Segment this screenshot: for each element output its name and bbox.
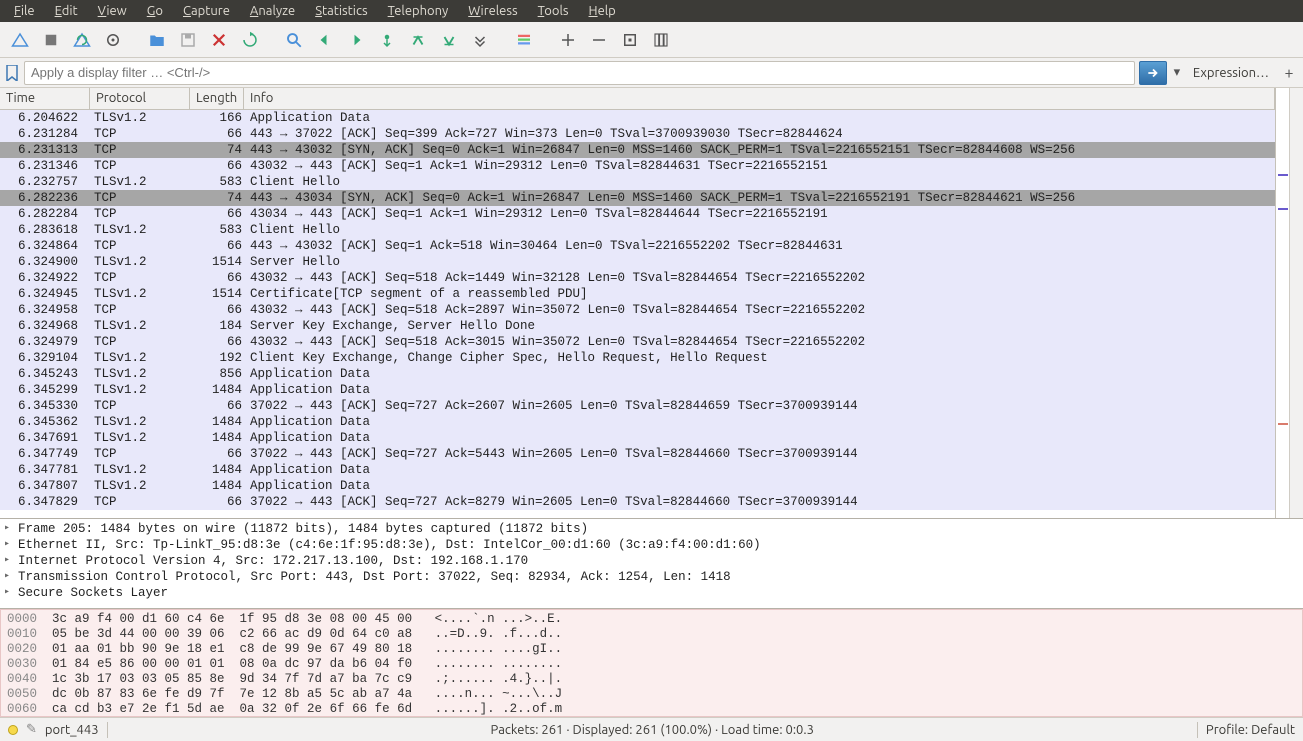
zoom-in-button[interactable]	[554, 26, 582, 54]
hex-row[interactable]: 0000 3c a9 f4 00 d1 60 c4 6e 1f 95 d8 3e…	[7, 612, 1296, 627]
go-to-packet-button[interactable]	[373, 26, 401, 54]
column-info[interactable]: Info	[244, 88, 1275, 109]
packet-count-label: Packets: 261 · Displayed: 261 (100.0%) ·…	[116, 723, 1189, 737]
stop-capture-button[interactable]	[37, 26, 65, 54]
menu-edit[interactable]: Edit	[47, 2, 86, 20]
menu-tools[interactable]: Tools	[530, 2, 577, 20]
packet-details-pane[interactable]: ▸Frame 205: 1484 bytes on wire (11872 bi…	[0, 519, 1303, 609]
packet-row[interactable]: 6.345330TCP6637022 → 443 [ACK] Seq=727 A…	[0, 398, 1275, 414]
menu-wireless[interactable]: Wireless	[460, 2, 525, 20]
resize-columns-button[interactable]	[647, 26, 675, 54]
go-first-button[interactable]	[404, 26, 432, 54]
statusbar: ✎ port_443 Packets: 261 · Displayed: 261…	[0, 717, 1303, 741]
packet-row[interactable]: 6.347829TCP6637022 → 443 [ACK] Seq=727 A…	[0, 494, 1275, 510]
packet-row[interactable]: 6.329104TLSv1.2192Client Key Exchange, C…	[0, 350, 1275, 366]
tree-row[interactable]: ▸Internet Protocol Version 4, Src: 172.2…	[4, 553, 1299, 569]
main-toolbar	[0, 22, 1303, 58]
zoom-out-button[interactable]	[585, 26, 613, 54]
tree-row[interactable]: ▸Secure Sockets Layer	[4, 585, 1299, 601]
packet-row[interactable]: 6.324958TCP6643032 → 443 [ACK] Seq=518 A…	[0, 302, 1275, 318]
hex-row[interactable]: 0040 1c 3b 17 03 03 05 85 8e 9d 34 7f 7d…	[7, 672, 1296, 687]
edit-icon[interactable]: ✎	[26, 722, 37, 737]
packet-row[interactable]: 6.204622TLSv1.2166Application Data	[0, 110, 1275, 126]
hex-row[interactable]: 0030 01 84 e5 86 00 00 01 01 08 0a dc 97…	[7, 657, 1296, 672]
go-last-button[interactable]	[435, 26, 463, 54]
packet-row[interactable]: 6.347807TLSv1.21484Application Data	[0, 478, 1275, 494]
packet-row[interactable]: 6.282284TCP6643034 → 443 [ACK] Seq=1 Ack…	[0, 206, 1275, 222]
expand-icon[interactable]: ▸	[4, 569, 14, 585]
packet-overview-scroll[interactable]	[1275, 88, 1303, 518]
tree-row[interactable]: ▸Ethernet II, Src: Tp-LinkT_95:d8:3e (c4…	[4, 537, 1299, 553]
packet-list-pane: Time Protocol Length Info 6.204622TLSv1.…	[0, 88, 1303, 519]
hex-row[interactable]: 0060 ca cd b3 e7 2e f1 5d ae 0a 32 0f 2e…	[7, 702, 1296, 717]
menu-capture[interactable]: Capture	[175, 2, 238, 20]
packet-row[interactable]: 6.232757TLSv1.2583Client Hello	[0, 174, 1275, 190]
packet-row[interactable]: 6.231313TCP74443 → 43032 [SYN, ACK] Seq=…	[0, 142, 1275, 158]
packet-row[interactable]: 6.324968TLSv1.2184Server Key Exchange, S…	[0, 318, 1275, 334]
menu-analyze[interactable]: Analyze	[242, 2, 303, 20]
packet-list-body[interactable]: 6.204622TLSv1.2166Application Data6.2312…	[0, 110, 1275, 518]
profile-label[interactable]: Profile: Default	[1206, 723, 1295, 737]
display-filter-input[interactable]	[24, 61, 1135, 85]
expert-info-led[interactable]	[8, 725, 18, 735]
apply-filter-button[interactable]	[1139, 61, 1167, 85]
packet-row[interactable]: 6.231284TCP66443 → 37022 [ACK] Seq=399 A…	[0, 126, 1275, 142]
packet-row[interactable]: 6.345243TLSv1.2856Application Data	[0, 366, 1275, 382]
packet-row[interactable]: 6.324900TLSv1.21514Server Hello	[0, 254, 1275, 270]
go-forward-button[interactable]	[342, 26, 370, 54]
menu-view[interactable]: View	[90, 2, 135, 20]
open-file-button[interactable]	[143, 26, 171, 54]
tree-row[interactable]: ▸Frame 205: 1484 bytes on wire (11872 bi…	[4, 521, 1299, 537]
packet-bytes-pane[interactable]: 0000 3c a9 f4 00 d1 60 c4 6e 1f 95 d8 3e…	[0, 609, 1303, 717]
menu-help[interactable]: Help	[581, 2, 624, 20]
menu-statistics[interactable]: Statistics	[307, 2, 375, 20]
packet-list-header[interactable]: Time Protocol Length Info	[0, 88, 1275, 110]
packet-row[interactable]: 6.345362TLSv1.21484Application Data	[0, 414, 1275, 430]
go-back-button[interactable]	[311, 26, 339, 54]
packet-row[interactable]: 6.324979TCP6643032 → 443 [ACK] Seq=518 A…	[0, 334, 1275, 350]
hex-row[interactable]: 0020 01 aa 01 bb 90 9e 18 e1 c8 de 99 9e…	[7, 642, 1296, 657]
find-packet-button[interactable]	[280, 26, 308, 54]
hex-row[interactable]: 0010 05 be 3d 44 00 00 39 06 c2 66 ac d9…	[7, 627, 1296, 642]
colorize-button[interactable]	[510, 26, 538, 54]
packet-row[interactable]: 6.347749TCP6637022 → 443 [ACK] Seq=727 A…	[0, 446, 1275, 462]
filter-toolbar: ▾ Expression… +	[0, 58, 1303, 88]
column-protocol[interactable]: Protocol	[90, 88, 190, 109]
menubar: FileEditViewGoCaptureAnalyzeStatistics Te…	[0, 0, 1303, 22]
save-file-button[interactable]	[174, 26, 202, 54]
packet-row[interactable]: 6.324945TLSv1.21514Certificate[TCP segme…	[0, 286, 1275, 302]
menu-telephony[interactable]: Telephony	[380, 2, 457, 20]
expand-icon[interactable]: ▸	[4, 553, 14, 569]
column-length[interactable]: Length	[190, 88, 244, 109]
close-file-button[interactable]	[205, 26, 233, 54]
auto-scroll-button[interactable]	[466, 26, 494, 54]
capture-file-label: port_443	[45, 723, 99, 737]
packet-row[interactable]: 6.324864TCP66443 → 43032 [ACK] Seq=1 Ack…	[0, 238, 1275, 254]
packet-row[interactable]: 6.347691TLSv1.21484Application Data	[0, 430, 1275, 446]
hex-row[interactable]: 0050 dc 0b 87 83 6e fe d9 7f 7e 12 8b a5…	[7, 687, 1296, 702]
restart-capture-button[interactable]	[68, 26, 96, 54]
capture-options-button[interactable]	[99, 26, 127, 54]
packet-row[interactable]: 6.345299TLSv1.21484Application Data	[0, 382, 1275, 398]
tree-row[interactable]: ▸Transmission Control Protocol, Src Port…	[4, 569, 1299, 585]
packet-row[interactable]: 6.347781TLSv1.21484Application Data	[0, 462, 1275, 478]
packet-row[interactable]: 6.282236TCP74443 → 43034 [SYN, ACK] Seq=…	[0, 190, 1275, 206]
packet-row[interactable]: 6.231346TCP6643032 → 443 [ACK] Seq=1 Ack…	[0, 158, 1275, 174]
packet-row[interactable]: 6.324922TCP6643032 → 443 [ACK] Seq=518 A…	[0, 270, 1275, 286]
filter-dropdown-icon[interactable]: ▾	[1171, 61, 1183, 85]
column-time[interactable]: Time	[0, 88, 90, 109]
expression-button[interactable]: Expression…	[1187, 66, 1275, 80]
start-capture-button[interactable]	[6, 26, 34, 54]
bookmark-icon[interactable]	[4, 65, 20, 81]
menu-file[interactable]: File	[6, 2, 43, 20]
zoom-reset-button[interactable]	[616, 26, 644, 54]
expand-icon[interactable]: ▸	[4, 585, 14, 601]
menu-go[interactable]: Go	[139, 2, 171, 20]
reload-button[interactable]	[236, 26, 264, 54]
packet-row[interactable]: 6.283618TLSv1.2583Client Hello	[0, 222, 1275, 238]
expand-icon[interactable]: ▸	[4, 537, 14, 553]
expand-icon[interactable]: ▸	[4, 521, 14, 537]
add-filter-button[interactable]: +	[1279, 61, 1299, 85]
